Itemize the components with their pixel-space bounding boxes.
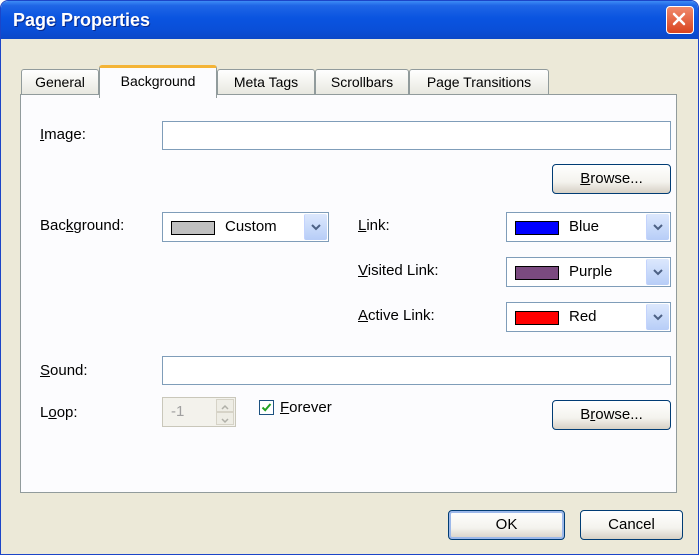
- background-color-swatch: [171, 221, 215, 235]
- active-link-color-swatch: [515, 311, 559, 325]
- link-color-value: Blue: [569, 218, 600, 235]
- background-color-select[interactable]: Custom: [162, 212, 329, 242]
- cancel-button[interactable]: Cancel: [580, 510, 683, 540]
- visited-link-dropdown-button[interactable]: [646, 259, 669, 285]
- tab-background[interactable]: Background: [99, 65, 217, 98]
- link-color-swatch: [515, 221, 559, 235]
- image-label: Image:: [40, 126, 86, 143]
- tab-general[interactable]: General: [21, 69, 99, 94]
- tab-meta-tags[interactable]: Meta Tags: [217, 69, 315, 94]
- chevron-down-icon: [653, 314, 663, 321]
- dialog-title: Page Properties: [13, 10, 151, 30]
- close-icon: [672, 12, 686, 26]
- tab-scrollbars[interactable]: Scrollbars: [315, 69, 409, 94]
- loop-spinner[interactable]: -1: [162, 397, 236, 427]
- browse-image-button[interactable]: Browse...: [552, 164, 671, 194]
- chevron-down-icon: [653, 269, 663, 276]
- forever-label: Forever: [280, 399, 332, 416]
- visited-link-color-select[interactable]: Purple: [506, 257, 671, 287]
- page-properties-dialog: Page Properties General Background Meta …: [0, 0, 699, 555]
- loop-value: -1: [171, 403, 185, 420]
- loop-increment-button[interactable]: [216, 399, 234, 412]
- background-tab-panel: Image: Browse... Background: Custom Link…: [20, 94, 677, 493]
- sound-input[interactable]: [162, 356, 671, 385]
- background-dropdown-button[interactable]: [304, 214, 327, 240]
- checkmark-icon: [261, 403, 272, 412]
- visited-link-color-value: Purple: [569, 263, 613, 280]
- visited-link-label: Visited Link:: [358, 262, 439, 279]
- active-link-color-select[interactable]: Red: [506, 302, 671, 332]
- forever-checkbox[interactable]: [259, 400, 274, 415]
- tab-page-transitions[interactable]: Page Transitions: [409, 69, 549, 94]
- title-bar[interactable]: Page Properties: [1, 1, 698, 39]
- visited-link-color-swatch: [515, 266, 559, 280]
- link-label: Link:: [358, 217, 390, 234]
- background-label: Background:: [40, 217, 125, 234]
- image-input[interactable]: [162, 121, 671, 150]
- ok-button[interactable]: OK: [448, 510, 565, 540]
- active-link-label: Active Link:: [358, 307, 435, 324]
- link-dropdown-button[interactable]: [646, 214, 669, 240]
- loop-label: Loop:: [40, 404, 78, 421]
- chevron-down-icon: [311, 224, 321, 231]
- chevron-down-icon: [653, 224, 663, 231]
- close-button[interactable]: [666, 6, 694, 34]
- link-color-select[interactable]: Blue: [506, 212, 671, 242]
- loop-decrement-button[interactable]: [216, 412, 234, 425]
- active-link-dropdown-button[interactable]: [646, 304, 669, 330]
- sound-label: Sound:: [40, 362, 88, 379]
- chevron-down-icon: [221, 418, 229, 424]
- background-color-value: Custom: [225, 218, 277, 235]
- active-link-color-value: Red: [569, 308, 597, 325]
- browse-sound-button[interactable]: Browse...: [552, 400, 671, 430]
